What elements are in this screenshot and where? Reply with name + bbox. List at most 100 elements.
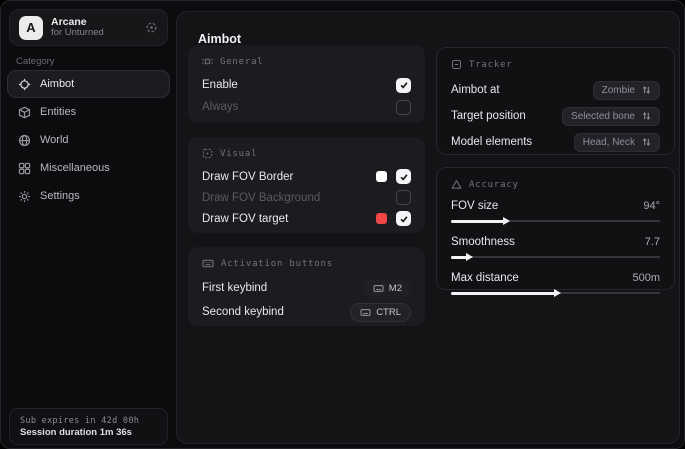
slider-row-max-distance: Max distance 500m <box>451 269 660 297</box>
keyboard-icon <box>373 284 384 293</box>
always-checkbox[interactable] <box>396 100 411 115</box>
toggle-row-always: Always <box>202 96 411 118</box>
slider-labels: FOV size 94° <box>451 197 660 214</box>
toggle-row-fov-border: Draw FOV Border <box>202 166 411 187</box>
sidebar-item-miscellaneous[interactable]: Miscellaneous <box>7 154 170 182</box>
tracker-card: Tracker Aimbot at Zombie Target position… <box>436 47 675 155</box>
row-label: Draw FOV target <box>202 213 376 225</box>
smoothness-slider[interactable] <box>451 252 660 261</box>
section-title: Accuracy <box>469 180 519 190</box>
visual-card-header: Visual <box>202 148 411 159</box>
max-distance-slider[interactable] <box>451 288 660 297</box>
color-swatch-white[interactable] <box>376 171 387 182</box>
target-icon[interactable] <box>145 21 158 34</box>
section-title: Visual <box>220 149 257 159</box>
globe-icon <box>18 134 31 147</box>
toggle-row-fov-background: Draw FOV Background <box>202 187 411 208</box>
row-label: Model elements <box>451 136 574 148</box>
accuracy-card-header: Accuracy <box>451 179 660 190</box>
slider-track <box>451 256 660 258</box>
general-card: General Enable Always <box>188 45 425 123</box>
scan-icon <box>202 148 213 159</box>
grid-icon <box>18 162 31 175</box>
sliders-icon <box>202 56 213 67</box>
aimbot-at-select[interactable]: Zombie <box>593 81 660 100</box>
fov-size-slider[interactable] <box>451 216 660 225</box>
row-label: Draw FOV Background <box>202 192 396 204</box>
fov-target-checkbox[interactable] <box>396 211 411 226</box>
accuracy-card: Accuracy FOV size 94° Smoothness 7.7 <box>436 167 675 290</box>
row-label: Aimbot at <box>451 84 593 96</box>
select-row-target-position: Target position Selected bone <box>451 103 660 129</box>
model-elements-select[interactable]: Head, Neck <box>574 133 660 152</box>
triangle-icon <box>451 179 462 190</box>
select-value: Zombie <box>602 85 635 96</box>
color-swatch-red[interactable] <box>376 213 387 224</box>
app-header: A Arcane for Unturned <box>9 9 168 46</box>
keyboard-icon <box>202 258 214 269</box>
slider-thumb[interactable] <box>503 217 510 225</box>
logo-letter: A <box>26 20 35 35</box>
row-label: Target position <box>451 110 562 122</box>
second-keybind-button[interactable]: CTRL <box>350 303 411 322</box>
row-label: FOV size <box>451 200 643 212</box>
check-icon <box>399 214 409 224</box>
keybind-row-second: Second keybind CTRL <box>202 300 411 324</box>
target-position-select[interactable]: Selected bone <box>562 107 660 126</box>
section-title: Activation buttons <box>221 259 333 269</box>
app-window: A Arcane for Unturned Category Aimbo <box>0 0 685 449</box>
select-value: Head, Neck <box>583 137 635 148</box>
section-title: General <box>220 57 264 67</box>
section-title: Tracker <box>469 60 513 70</box>
slider-labels: Smoothness 7.7 <box>451 233 660 250</box>
sidebar-item-world[interactable]: World <box>7 126 170 154</box>
sidebar-item-entities[interactable]: Entities <box>7 98 170 126</box>
row-label: Smoothness <box>451 236 645 248</box>
cube-icon <box>18 106 31 119</box>
visual-card: Visual Draw FOV Border Draw FOV Backgrou… <box>188 137 425 233</box>
fov-border-checkbox[interactable] <box>396 169 411 184</box>
max-distance-value: 500m <box>632 272 660 284</box>
select-row-model-elements: Model elements Head, Neck <box>451 129 660 155</box>
slider-fill <box>451 292 556 295</box>
sidebar-item-aimbot[interactable]: Aimbot <box>7 70 170 98</box>
activation-card-header: Activation buttons <box>202 258 411 269</box>
first-keybind-button[interactable]: M2 <box>364 280 411 297</box>
keybind-value: M2 <box>389 283 402 294</box>
tracker-card-header: Tracker <box>451 59 660 70</box>
updown-arrows-icon <box>642 111 651 121</box>
check-icon <box>399 80 409 90</box>
fov-size-value: 94° <box>643 200 660 212</box>
select-value: Selected bone <box>571 111 635 122</box>
page-title: Aimbot <box>198 32 241 46</box>
updown-arrows-icon <box>642 137 651 147</box>
fov-background-checkbox[interactable] <box>396 190 411 205</box>
row-label: Second keybind <box>202 306 350 318</box>
category-label: Category <box>16 56 55 67</box>
slider-labels: Max distance 500m <box>451 269 660 286</box>
slider-thumb[interactable] <box>466 253 473 261</box>
enable-checkbox[interactable] <box>396 78 411 93</box>
sub-expiry-text: Sub expires in 42d 00h <box>20 416 157 426</box>
sidebar-item-settings[interactable]: Settings <box>7 182 170 210</box>
app-logo: A <box>19 16 43 40</box>
crosshair-icon <box>18 78 31 91</box>
slider-row-smoothness: Smoothness 7.7 <box>451 233 660 261</box>
gear-icon <box>18 190 31 203</box>
slider-fill <box>451 220 505 223</box>
row-label: Enable <box>202 79 396 91</box>
check-icon <box>399 172 409 182</box>
keybind-row-first: First keybind M2 <box>202 276 411 300</box>
updown-arrows-icon <box>642 85 651 95</box>
slider-row-fov-size: FOV size 94° <box>451 197 660 225</box>
smoothness-value: 7.7 <box>645 236 660 248</box>
toggle-row-enable: Enable <box>202 74 411 96</box>
main-panel: Aimbot General Enable Always <box>176 11 680 444</box>
select-row-aimbot-at: Aimbot at Zombie <box>451 77 660 103</box>
general-card-header: General <box>202 56 411 67</box>
keybind-value: CTRL <box>376 307 401 318</box>
slider-thumb[interactable] <box>554 289 561 297</box>
sidebar-item-label: World <box>40 134 69 146</box>
sidebar: A Arcane for Unturned Category Aimbo <box>1 1 176 448</box>
row-label: Draw FOV Border <box>202 171 376 183</box>
